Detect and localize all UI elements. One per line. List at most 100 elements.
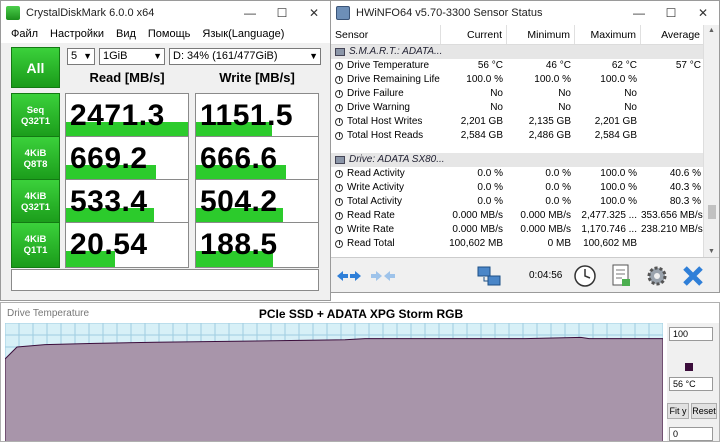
menu-language[interactable]: Язык(Language) — [196, 28, 290, 40]
read-result-cell: 533.4 — [65, 179, 189, 225]
sensor-group-name: S.M.A.R.T.: ADATA... — [349, 46, 443, 57]
sensor-group-row[interactable]: S.M.A.R.T.: ADATA... — [331, 45, 705, 59]
minimize-icon: — — [633, 6, 645, 20]
sensor-row[interactable]: Total Host Writes 2,201 GB 2,135 GB 2,201 G… — [331, 115, 705, 129]
sensor-value-cell: No — [558, 102, 571, 113]
sensor-table-header: Sensor Current Minimum Maximum Average — [331, 25, 705, 45]
all-button[interactable]: All — [11, 47, 60, 88]
clock-button[interactable] — [569, 261, 601, 291]
sensor-value-cell: 2,584 GB — [460, 130, 503, 141]
temperature-plot — [4, 322, 664, 441]
maximize-icon: ☐ — [665, 6, 677, 20]
graph-side-panel: 100 56 °C Fit y Reset 0 — [667, 323, 719, 441]
scroll-up-icon[interactable]: ▲ — [708, 27, 715, 34]
sensor-row[interactable]: Read Activity 0.0 % 0.0 % 100.0 % 40.6 % — [331, 167, 705, 181]
sensor-gauge-icon — [335, 132, 343, 140]
sensor-row[interactable]: Write Activity 0.0 % 0.0 % 100.0 % 40.3 % — [331, 181, 705, 195]
4kib-q1t1-button[interactable]: 4KiB Q1T1 — [11, 222, 60, 268]
sensor-name: Total Host Writes — [347, 116, 423, 127]
menu-view[interactable]: Вид — [110, 28, 142, 40]
size-value: 1GiB — [103, 50, 128, 62]
sensor-row[interactable]: Drive Failure No No No — [331, 87, 705, 101]
size-select[interactable]: 1GiB ▼ — [99, 48, 165, 65]
4kib-q8t8-button[interactable]: 4KiB Q8T8 — [11, 136, 60, 182]
arrows-collapse-icon — [371, 271, 395, 281]
sensor-row[interactable]: Total Activity 0.0 % 0.0 % 100.0 % 80.3 % — [331, 195, 705, 209]
sensor-row[interactable]: Drive Temperature 56 °C 46 °C 62 °C 57 °C — [331, 59, 705, 73]
reset-button[interactable]: Reset — [691, 403, 717, 419]
cdm-titlebar[interactable]: CrystalDiskMark 6.0.0 x64 — ☐ ✕ — [1, 1, 330, 25]
seq-q32t1-button[interactable]: Seq Q32T1 — [11, 93, 60, 139]
graph-min-field[interactable]: 0 — [669, 427, 713, 441]
menu-help[interactable]: Помощь — [142, 28, 197, 40]
hw-close-button[interactable]: ✕ — [687, 1, 719, 25]
hw-maximize-button[interactable]: ☐ — [655, 1, 687, 25]
nav-arrows-disabled-button[interactable] — [367, 261, 399, 291]
nav-arrows-button[interactable] — [333, 261, 365, 291]
sensor-row[interactable]: Read Total 100,602 MB 0 MB 100,602 MB — [331, 237, 705, 251]
hw-titlebar[interactable]: HWiNFO64 v5.70-3300 Sensor Status — ☐ ✕ — [331, 1, 719, 25]
sensor-group-row[interactable]: Drive: ADATA SX80... — [331, 153, 705, 167]
scroll-thumb[interactable] — [708, 205, 716, 219]
sensor-name-cell: Drive Failure — [331, 87, 441, 101]
sensor-name: Drive Failure — [347, 88, 404, 99]
col-minimum[interactable]: Minimum — [507, 25, 575, 44]
sensor-value-cell: 2,477.325 ... — [581, 210, 637, 221]
read-value: 2471.3 — [70, 99, 165, 132]
hw-toolbar: 0:04:56 — [331, 257, 719, 292]
row-label-line2: Q32T1 — [20, 116, 51, 127]
sensor-row[interactable]: Read Rate 0.000 MB/s 0.000 MB/s 2,477.325 .… — [331, 209, 705, 223]
sensor-value-cell: 2,135 GB — [528, 116, 571, 127]
sensor-name-cell: Read Activity — [331, 167, 441, 181]
comment-field[interactable] — [11, 269, 319, 291]
sensor-value-cell: 0.000 MB/s — [520, 224, 571, 235]
cdm-close-button[interactable]: ✕ — [298, 1, 330, 25]
sensor-value-cell: 1,170.746 ... — [581, 224, 637, 235]
sensor-value-cell: 0.0 % — [545, 182, 571, 193]
sensor-name-cell: Read Rate — [331, 209, 441, 223]
4kib-q32t1-button[interactable]: 4KiB Q32T1 — [11, 179, 60, 225]
close-x-icon — [683, 266, 703, 286]
cdm-maximize-button[interactable]: ☐ — [266, 1, 298, 25]
elapsed-time: 0:04:56 — [529, 270, 563, 281]
sensor-value-cell — [641, 115, 705, 129]
read-header: Read [MB/s] — [89, 70, 165, 85]
sensor-row[interactable]: Write Rate 0.000 MB/s 0.000 MB/s 1,170.746 … — [331, 223, 705, 237]
hw-minimize-button[interactable]: — — [623, 1, 655, 25]
write-result-cell: 504.2 — [195, 179, 319, 225]
write-value: 1151.5 — [200, 99, 294, 132]
col-maximum[interactable]: Maximum — [575, 25, 641, 44]
sensor-scrollbar[interactable]: ▲ ▼ — [703, 25, 719, 257]
sensor-value-cell — [641, 87, 705, 101]
sensor-value-cell: 0.0 % — [477, 196, 503, 207]
col-average[interactable]: Average — [641, 25, 705, 44]
drive-select[interactable]: D: 34% (161/477GiB) ▼ — [169, 48, 321, 65]
sensor-row[interactable]: Total Host Reads 2,584 GB 2,486 GB 2,584 GB — [331, 129, 705, 143]
read-result-cell: 2471.3 — [65, 93, 189, 139]
cdm-body: All 5 ▼ 1GiB ▼ D: 34% (161/477GiB) ▼ Read [… — [1, 43, 330, 300]
col-sensor[interactable]: Sensor — [331, 25, 441, 44]
sensor-row[interactable]: Drive Warning No No No — [331, 101, 705, 115]
sensor-row[interactable]: Drive Remaining Life 100.0 % 100.0 % 100.0 … — [331, 73, 705, 87]
report-button[interactable] — [605, 261, 637, 291]
menu-file[interactable]: Файл — [5, 28, 44, 40]
graph-current-value: 56 °C — [669, 377, 713, 391]
graph-max-field[interactable]: 100 — [669, 327, 713, 341]
close-sensors-button[interactable] — [677, 261, 709, 291]
sensor-value-cell: 2,486 GB — [528, 130, 571, 141]
fit-y-button[interactable]: Fit y — [667, 403, 689, 419]
sensor-value-cell: 0 MB — [547, 238, 571, 249]
write-header: Write [MB/s] — [219, 70, 295, 85]
scroll-down-icon[interactable]: ▼ — [708, 248, 715, 255]
sensor-value-cell: 80.3 % — [669, 196, 701, 207]
col-current[interactable]: Current — [441, 25, 507, 44]
count-select[interactable]: 5 ▼ — [67, 48, 95, 65]
menu-settings[interactable]: Настройки — [44, 28, 110, 40]
settings-button[interactable] — [641, 261, 673, 291]
cdm-menubar: Файл Настройки Вид Помощь Язык(Language) — [1, 25, 330, 43]
read-result-cell: 20.54 — [65, 222, 189, 268]
network-button[interactable] — [473, 261, 505, 291]
sensor-value-cell: 0.0 % — [477, 168, 503, 179]
cdm-minimize-button[interactable]: — — [234, 1, 266, 25]
sensor-name: Drive Warning — [347, 102, 410, 113]
